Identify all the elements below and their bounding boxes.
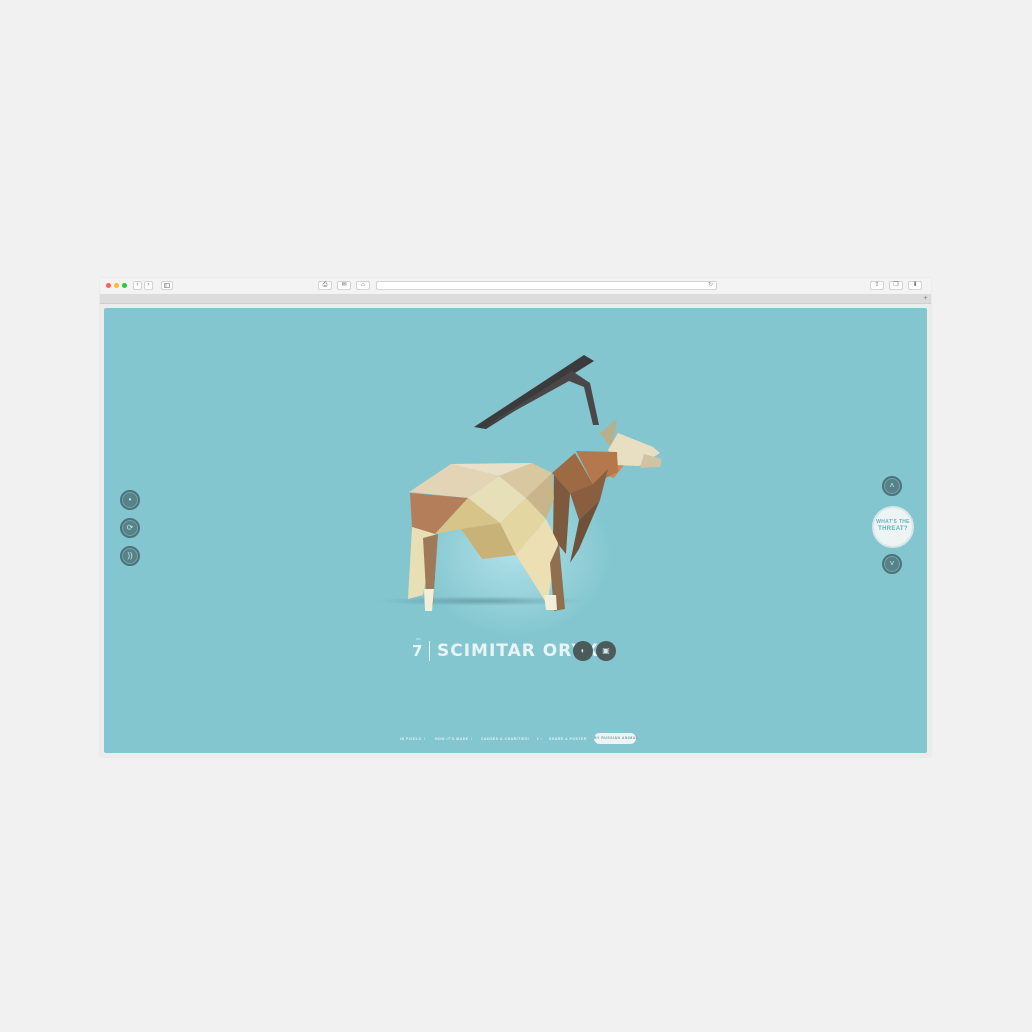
new-tab-button[interactable]: +: [922, 295, 929, 302]
footer-link-share-poster[interactable]: SHARE A POSTER: [549, 737, 587, 741]
pixels-action-button[interactable]: ◐: [573, 641, 593, 661]
title-divider: [429, 641, 430, 661]
species-number-prefix: NO.: [416, 637, 422, 641]
footer-link-in-pixels[interactable]: IN PIXELS: [400, 737, 421, 741]
oryx-illustration: [408, 355, 662, 611]
sidebar-icon: [164, 283, 170, 288]
print-button[interactable]: ⎙: [318, 281, 332, 290]
tab-bar: +: [100, 295, 931, 304]
page-viewport: • ⟳ )) ˄ WHAT'S THE THREAT? ˅ NO. 7 SCIM…: [104, 308, 927, 753]
whats-the-threat-button[interactable]: WHAT'S THE THREAT?: [872, 506, 914, 548]
minimize-window-button[interactable]: [114, 283, 119, 288]
sidebar-toggle-button[interactable]: [161, 281, 173, 290]
credit-button[interactable]: BY RUSSIAN ANIMAL: [594, 733, 638, 744]
downloads-button[interactable]: ⬇: [908, 281, 922, 290]
social-icons[interactable]: f ✓: [537, 737, 544, 741]
previous-animal-button[interactable]: ˄: [882, 476, 902, 496]
back-button[interactable]: ‹: [133, 281, 142, 290]
footer-link-causes-charities[interactable]: CAUSES & CHARITIES: [481, 737, 528, 741]
footer-separator: /: [424, 737, 426, 741]
footer-separator: /: [471, 737, 473, 741]
share-toggle-button[interactable]: ⟳: [120, 518, 140, 538]
share-button[interactable]: ⇪: [870, 281, 884, 290]
maximize-window-button[interactable]: [122, 283, 127, 288]
browser-toolbar: ‹ › ⎙ ✉ ⌂ ↻ ⇪ ❐ ⬇: [100, 278, 931, 295]
threat-label-line1: WHAT'S THE: [876, 519, 910, 525]
footer-separator: /: [528, 737, 530, 741]
forward-button[interactable]: ›: [144, 281, 153, 290]
address-bar[interactable]: ↻: [376, 281, 717, 290]
mail-button[interactable]: ✉: [337, 281, 351, 290]
footer-nav: IN PIXELS / HOW IT'S MADE / CAUSES & CHA…: [104, 733, 927, 745]
reload-icon[interactable]: ↻: [708, 282, 713, 289]
gallery-action-button[interactable]: ▣: [596, 641, 616, 661]
info-button[interactable]: •: [120, 490, 140, 510]
home-button[interactable]: ⌂: [356, 281, 370, 290]
tabs-overview-button[interactable]: ❐: [889, 281, 903, 290]
footer-link-how-its-made[interactable]: HOW IT'S MADE: [435, 737, 469, 741]
species-number: 7: [412, 642, 423, 660]
sound-button[interactable]: )): [120, 546, 140, 566]
threat-label-line2: THREAT?: [878, 526, 908, 532]
browser-window: ‹ › ⎙ ✉ ⌂ ↻ ⇪ ❐ ⬇ + • ⟳)) ˄ WHAT'S THE …: [100, 278, 931, 757]
next-animal-button[interactable]: ˅: [882, 554, 902, 574]
close-window-button[interactable]: [106, 283, 111, 288]
